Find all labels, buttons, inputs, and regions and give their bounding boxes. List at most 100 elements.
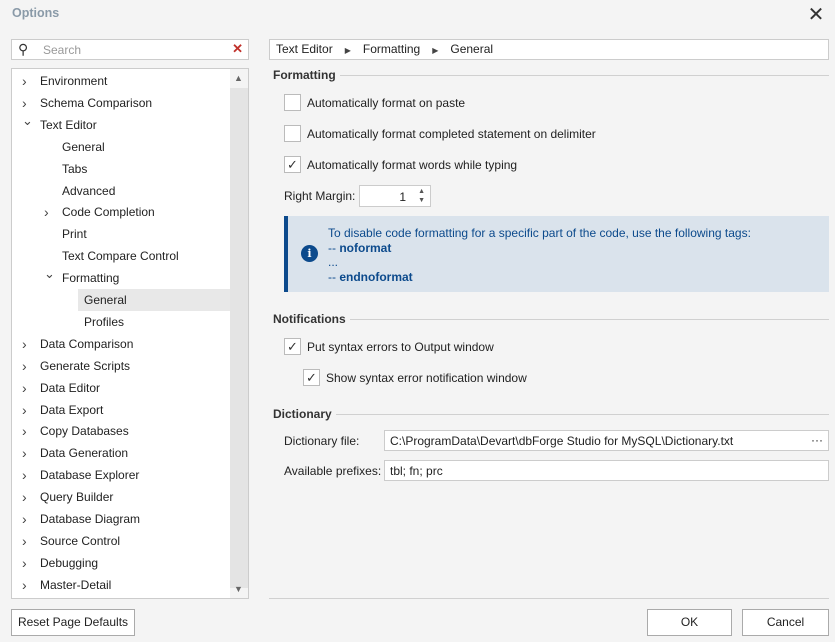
tree-item-label: Data Editor [40,380,101,395]
chevron-right-icon[interactable]: › [22,420,27,442]
scroll-down-icon[interactable]: ▼ [234,584,243,594]
options-tree: › Environment › Schema Comparison ⌄ Text Edit… [11,68,249,599]
tree-item[interactable]: › Database Diagram [12,508,230,530]
tree-item-label: Text Editor [40,117,97,132]
scroll-up-icon[interactable]: ▲ [234,73,243,83]
cancel-button[interactable]: Cancel [742,609,829,636]
chevron-right-icon[interactable]: › [22,530,27,552]
checkbox-box[interactable]: ✓ [284,338,301,355]
tree-item[interactable]: Tabs [12,158,230,180]
tree-item[interactable]: › Debugging [12,552,230,574]
breadcrumb-item[interactable]: Text Editor [276,42,333,56]
search-input[interactable]: ⚲ Search ✕ [11,39,249,60]
chevron-right-icon[interactable]: › [22,355,27,377]
chevron-right-icon[interactable]: › [44,201,49,223]
format-on-delimiter-checkbox[interactable]: Automatically format completed statement… [284,125,596,142]
chevron-right-icon[interactable]: › [22,574,27,596]
available-prefixes-label: Available prefixes: [284,464,382,478]
chevron-right-icon[interactable]: › [22,486,27,508]
tree-item[interactable]: › Copy Databases [12,420,230,442]
checkbox-box[interactable] [284,125,301,142]
tree-item[interactable]: Print [12,223,230,245]
checkbox-box[interactable]: ✓ [284,156,301,173]
tree-item-label: Code Completion [62,205,155,220]
browse-button[interactable]: ··· [811,433,823,447]
search-placeholder: Search [43,43,82,57]
tree-item[interactable]: › Source Control [12,530,230,552]
syntax-errors-output-checkbox[interactable]: ✓ Put syntax errors to Output window [284,338,494,355]
tree-item[interactable]: › Master-Detail [12,574,230,596]
spin-arrows-icon[interactable]: ▲ ▼ [418,187,425,205]
tree-item-label: Profiles [84,314,125,329]
breadcrumb-item[interactable]: Formatting [363,42,420,56]
chevron-down-icon[interactable]: ⌄ [44,263,55,285]
notifications-heading: Notifications [273,312,829,326]
tree-item-label: Schema Comparison [40,95,153,110]
chevron-right-icon[interactable]: › [22,377,27,399]
tree-item[interactable]: › Data Export [12,399,230,421]
clear-search-icon[interactable]: ✕ [232,41,243,57]
breadcrumb: Text Editor ▶ Formatting ▶ General [269,39,829,60]
checkbox-box[interactable]: ✓ [303,369,320,386]
ok-button[interactable]: OK [647,609,732,636]
tree-item-label: Generate Scripts [40,358,131,373]
tree-item[interactable]: › Data Generation [12,442,230,464]
chevron-right-icon[interactable]: › [22,508,27,530]
chevron-right-icon[interactable]: › [22,442,27,464]
chevron-right-icon[interactable]: › [22,464,27,486]
close-icon[interactable]: ✕ [806,2,826,27]
tree-item[interactable]: › Generate Scripts [12,355,230,377]
tree-item-label: Database Explorer [40,468,140,483]
tree-item[interactable]: › Query Builder [12,486,230,508]
tree-item[interactable]: › Environment [12,70,230,92]
tree-item-label: Copy Databases [40,424,129,439]
breadcrumb-item: General [450,42,494,56]
tree-item[interactable]: › Code Completion [12,201,230,223]
tree-item-label: Formatting [62,271,120,286]
divider [269,598,829,599]
breadcrumb-separator-icon: ▶ [344,46,351,55]
tree-item[interactable]: General [78,289,230,311]
dictionary-file-input[interactable]: C:\ProgramData\Devart\dbForge Studio for… [384,430,829,451]
tree-item-label: Master-Detail [40,577,112,592]
format-on-paste-checkbox[interactable]: Automatically format on paste [284,94,465,111]
tree-item-label: Tabs [62,161,88,176]
chevron-right-icon[interactable]: › [22,399,27,421]
right-margin-stepper[interactable]: 1 ▲ ▼ [359,185,431,207]
info-panel: i To disable code formatting for a speci… [284,216,829,292]
tree-item[interactable]: › Database Explorer [12,464,230,486]
tree-scrollbar[interactable]: ▲ ▼ [230,69,248,598]
chevron-down-icon[interactable]: ⌄ [22,110,33,132]
info-icon: i [301,245,318,262]
tree-item[interactable]: ⌄ Formatting [12,266,230,289]
checkbox-box[interactable] [284,94,301,111]
dialog-title: Options [12,6,60,20]
tree-item-label: Query Builder [40,490,114,505]
chevron-right-icon[interactable]: › [22,333,27,355]
tree-item[interactable]: ⌄ Text Editor [12,113,230,136]
dictionary-file-label: Dictionary file: [284,434,360,448]
tree-item-label: Advanced [62,183,116,198]
tree-item[interactable]: Advanced [12,180,230,202]
tree-item[interactable]: General [12,136,230,158]
tree-item-label: Text Compare Control [62,249,179,264]
tree-item[interactable]: › Schema Comparison [12,92,230,114]
available-prefixes-input[interactable]: tbl; fn; prc [384,460,829,481]
tree-item-label: Database Diagram [40,512,141,526]
tree-item[interactable]: › Data Comparison [12,333,230,355]
format-while-typing-checkbox[interactable]: ✓ Automatically format words while typing [284,156,517,173]
reset-page-defaults-button[interactable]: Reset Page Defaults [11,609,135,636]
chevron-right-icon[interactable]: › [22,70,27,92]
tree-item-label: Data Comparison [40,336,134,351]
tree-item[interactable]: Profiles [12,311,230,333]
right-margin-label: Right Margin: [284,189,356,203]
tree-item-label: Source Control [40,533,121,548]
scrollbar-thumb[interactable] [230,88,248,588]
tree-item-label: Print [62,227,87,242]
tree-item[interactable]: › Data Editor [12,377,230,399]
syntax-error-notification-checkbox[interactable]: ✓ Show syntax error notification window [303,369,527,386]
chevron-right-icon[interactable]: › [22,552,27,574]
tree-item-label: Debugging [40,555,99,570]
dictionary-heading: Dictionary [273,407,829,421]
formatting-heading: Formatting [273,68,829,82]
